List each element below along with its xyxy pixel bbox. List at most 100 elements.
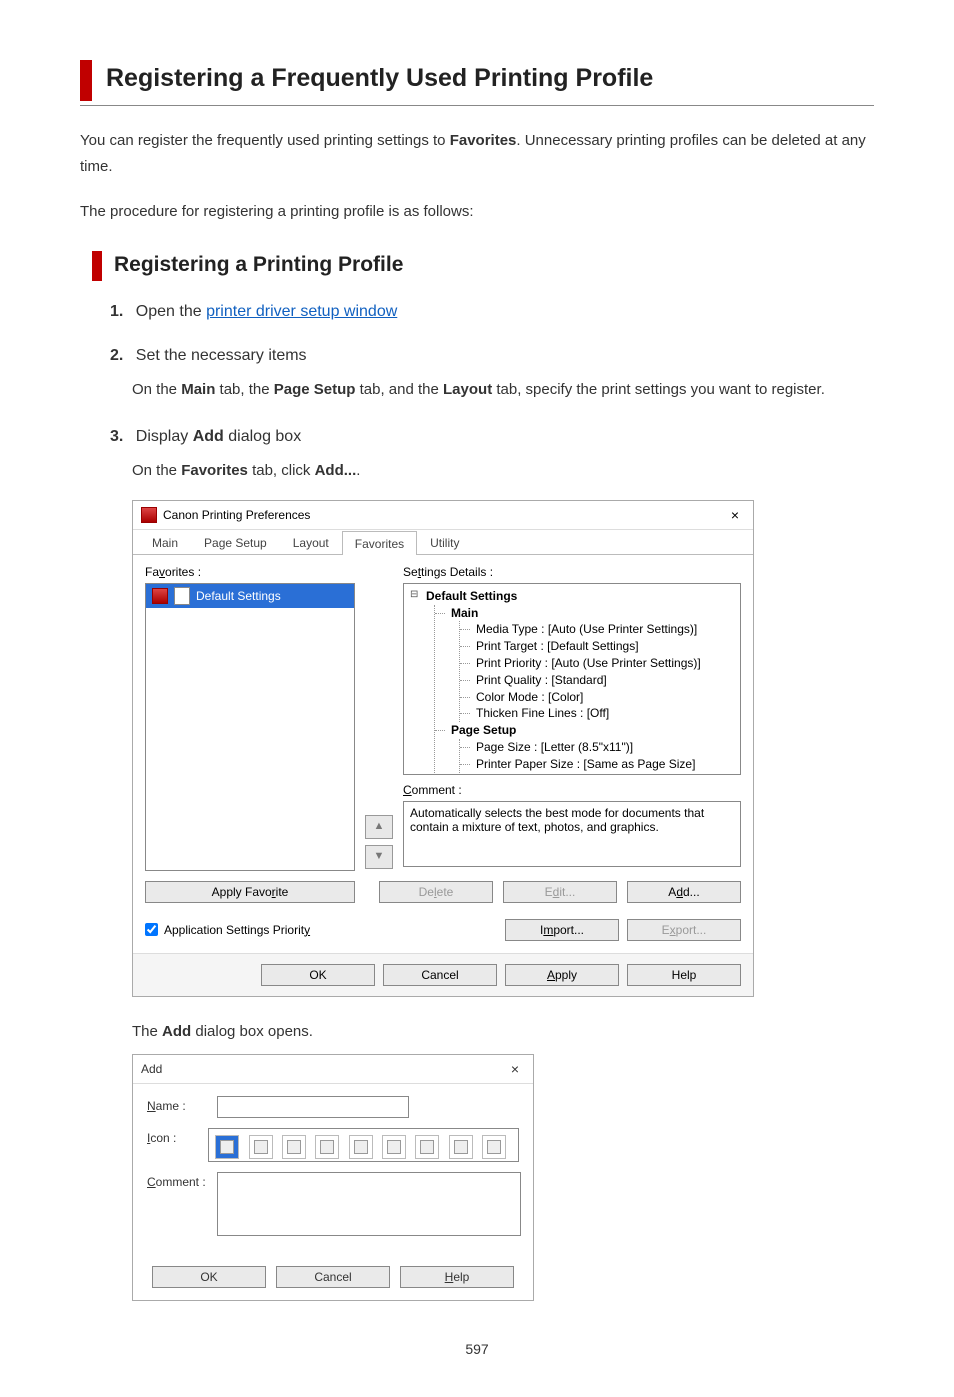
icon-option[interactable]	[482, 1135, 506, 1159]
icon-option[interactable]	[249, 1135, 273, 1159]
close-icon[interactable]: ×	[505, 1061, 525, 1077]
close-icon[interactable]: ×	[725, 507, 745, 523]
icon-option[interactable]	[349, 1135, 373, 1159]
step2-text-b: tab, the	[215, 381, 273, 398]
apply-favorite-button[interactable]: Apply Favorite	[145, 881, 355, 903]
add-dialog-title: Add	[141, 1062, 162, 1076]
add-cancel-button[interactable]: Cancel	[276, 1266, 390, 1288]
name-label: Name :	[147, 1096, 217, 1113]
afterdlg-a: The	[132, 1023, 162, 1040]
import-button[interactable]: Import...	[505, 919, 619, 941]
icon-option[interactable]	[415, 1135, 439, 1159]
delete-button[interactable]: Delete	[379, 881, 493, 903]
move-down-button[interactable]: ▼	[365, 845, 393, 869]
step2-number: 2.	[110, 347, 123, 364]
step3-text-a: On the	[132, 462, 181, 479]
icon-option[interactable]	[215, 1135, 239, 1159]
favorites-listbox[interactable]: Default Settings	[145, 583, 355, 871]
favorites-item-default[interactable]: Default Settings	[146, 584, 354, 608]
tab-layout[interactable]: Layout	[280, 530, 342, 554]
step1-lead: Open the	[136, 303, 206, 320]
tree-leaf: Page Size : [Letter (8.5"x11")]	[460, 739, 734, 756]
step3-after-dialog: The Add dialog box opens.	[132, 1019, 874, 1045]
add-button[interactable]: Add...	[627, 881, 741, 903]
tab-main[interactable]: Main	[139, 530, 191, 554]
name-input[interactable]	[217, 1096, 409, 1118]
step2-layout-bold: Layout	[443, 381, 492, 398]
tree-leaf: Thicken Fine Lines : [Off]	[460, 705, 734, 722]
intro-text-a: You can register the frequently used pri…	[80, 132, 450, 149]
step2-text-a: On the	[132, 381, 181, 398]
tree-group-pagesetup-label: Page Setup	[451, 723, 516, 737]
icon-option[interactable]	[449, 1135, 473, 1159]
favorite-item-icon	[152, 588, 168, 604]
step2-title: Set the necessary items	[136, 347, 307, 364]
step3-text-b: tab, click	[248, 462, 315, 479]
page-title: Registering a Frequently Used Printing P…	[106, 60, 874, 101]
tab-favorites[interactable]: Favorites	[342, 531, 417, 555]
step3-add-bold: Add	[193, 428, 224, 445]
intro-favorites-bold: Favorites	[450, 132, 517, 149]
afterdlg-b: Add	[162, 1023, 191, 1040]
title-rule	[80, 105, 874, 106]
tree-group-main-label: Main	[451, 606, 478, 620]
application-settings-priority-label: Application Settings Priority	[164, 923, 310, 937]
step3-addbtn-bold: Add...	[315, 462, 357, 479]
printer-icon	[141, 507, 157, 523]
procedure-line: The procedure for registering a printing…	[80, 199, 874, 225]
application-settings-priority-checkbox[interactable]: Application Settings Priority	[145, 923, 310, 937]
settings-details-tree[interactable]: Default Settings Main Media Type : [Auto…	[403, 583, 741, 775]
step3-lead-b: dialog box	[224, 428, 301, 445]
tree-root[interactable]: Default Settings Main Media Type : [Auto…	[410, 588, 734, 775]
tree-leaf: Printer Paper Size : [Same as Page Size]	[460, 756, 734, 773]
step2-main-bold: Main	[181, 381, 215, 398]
step3-lead-a: Display	[136, 428, 193, 445]
tab-page-setup[interactable]: Page Setup	[191, 530, 280, 554]
application-settings-priority-input[interactable]	[145, 923, 158, 936]
step2-text-c: tab, and the	[355, 381, 443, 398]
tab-utility[interactable]: Utility	[417, 530, 472, 554]
export-button[interactable]: Export...	[627, 919, 741, 941]
help-button[interactable]: Help	[627, 964, 741, 986]
add-ok-button[interactable]: OK	[152, 1266, 266, 1288]
settings-details-label: Settings Details :	[403, 565, 741, 579]
tree-group-main[interactable]: Main Media Type : [Auto (Use Printer Set…	[435, 605, 734, 723]
printer-driver-setup-link[interactable]: printer driver setup window	[206, 303, 397, 320]
step2-text-d: tab, specify the print settings you want…	[492, 381, 825, 398]
comment-field-label: Comment :	[147, 1172, 217, 1189]
icon-option[interactable]	[282, 1135, 306, 1159]
edit-button[interactable]: Edit...	[503, 881, 617, 903]
favorites-label: Favorites :	[145, 565, 355, 579]
favorites-item-label: Default Settings	[196, 589, 281, 603]
icon-option[interactable]	[382, 1135, 406, 1159]
step2-body: On the Main tab, the Page Setup tab, and…	[132, 377, 874, 403]
tree-leaf: Color Mode : [Color]	[460, 689, 734, 706]
step3-body: On the Favorites tab, click Add....	[132, 458, 874, 484]
printing-preferences-dialog: Canon Printing Preferences × Main Page S…	[132, 500, 754, 997]
section-title: Registering a Printing Profile	[114, 251, 874, 281]
tree-leaf: Print Priority : [Auto (Use Printer Sett…	[460, 655, 734, 672]
comment-label: Comment :	[403, 783, 741, 797]
document-icon	[174, 587, 190, 605]
comment-box: Automatically selects the best mode for …	[403, 801, 741, 867]
afterdlg-c: dialog box opens.	[191, 1023, 313, 1040]
apply-button[interactable]: Apply	[505, 964, 619, 986]
move-up-button[interactable]: ▲	[365, 815, 393, 839]
intro-paragraph: You can register the frequently used pri…	[80, 128, 874, 181]
step2-pagesetup-bold: Page Setup	[274, 381, 356, 398]
icon-option[interactable]	[315, 1135, 339, 1159]
add-dialog: Add × Name : Icon :	[132, 1054, 534, 1301]
icon-label: Icon :	[147, 1128, 208, 1145]
comment-input[interactable]	[217, 1172, 521, 1236]
dialog-title: Canon Printing Preferences	[163, 508, 310, 522]
cancel-button[interactable]: Cancel	[383, 964, 497, 986]
step3-text-c: .	[356, 462, 360, 479]
page-number: 597	[80, 1341, 874, 1357]
tree-leaf: Media Type : [Auto (Use Printer Settings…	[460, 621, 734, 638]
icon-selector[interactable]	[208, 1128, 519, 1162]
tree-leaf: Enlarged/Reduced Printing : [Off]	[460, 773, 734, 775]
step1-number: 1.	[110, 303, 123, 320]
ok-button[interactable]: OK	[261, 964, 375, 986]
tree-group-pagesetup[interactable]: Page Setup Page Size : [Letter (8.5"x11"…	[435, 722, 734, 775]
add-help-button[interactable]: Help	[400, 1266, 514, 1288]
